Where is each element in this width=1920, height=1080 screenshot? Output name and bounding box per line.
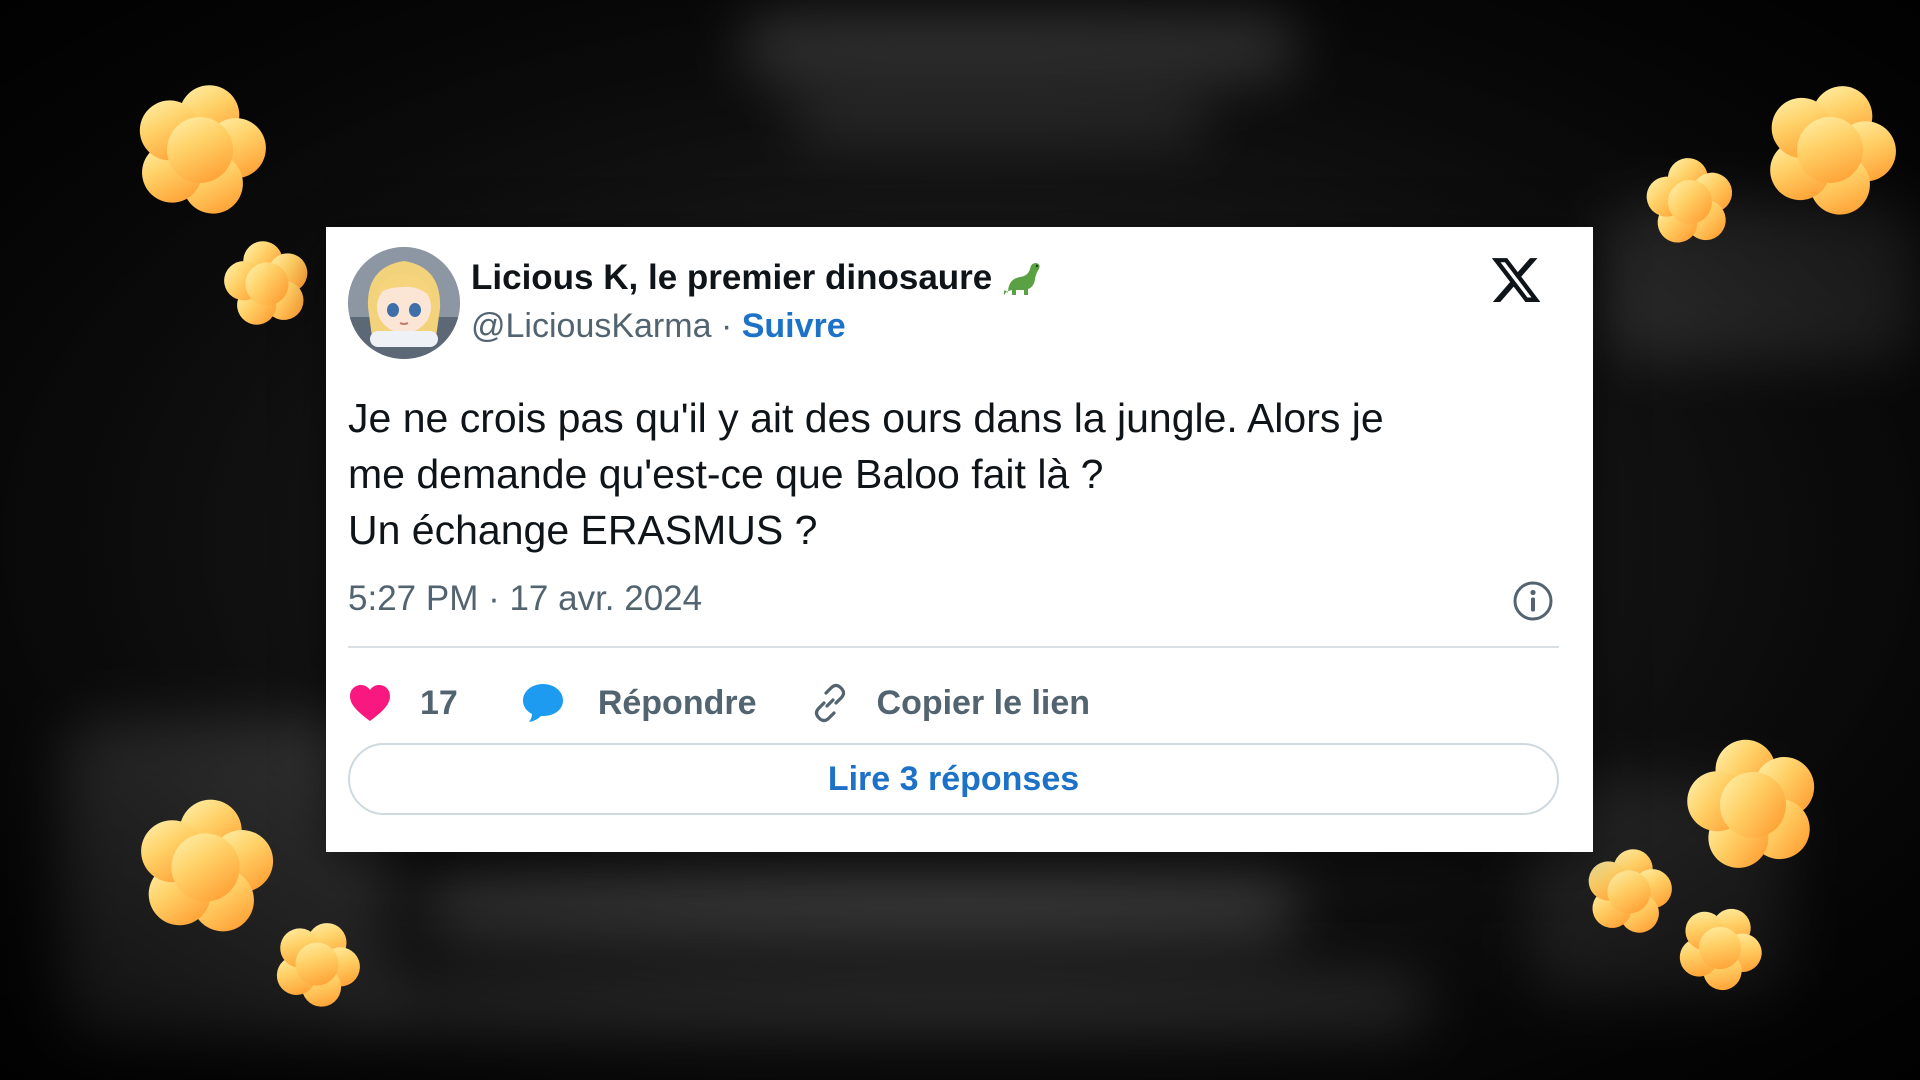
like-count: 17 bbox=[420, 683, 458, 722]
tweet-card: Licious K, le premier dinosaure @Licious… bbox=[326, 227, 1593, 852]
link-icon bbox=[814, 683, 845, 723]
like-button[interactable]: 17 bbox=[348, 683, 458, 723]
copy-link-button[interactable]: Copier le lien bbox=[809, 682, 1091, 724]
divider bbox=[348, 646, 1559, 648]
action-bar: 17 Répondre Copier le lien bbox=[348, 673, 1090, 733]
heart-icon bbox=[350, 685, 390, 721]
flower-decoration bbox=[1672, 900, 1768, 996]
reply-label: Répondre bbox=[597, 683, 757, 722]
dinosaur-emoji-icon bbox=[1004, 263, 1040, 295]
tweet-text-line: me demande qu'est-ce que Baloo fait là ? bbox=[348, 451, 1104, 497]
avatar[interactable] bbox=[348, 247, 460, 359]
handle-row: @LiciousKarma · Suivre bbox=[471, 307, 846, 346]
flower-decoration bbox=[1678, 730, 1828, 877]
flower-decoration bbox=[1643, 154, 1737, 245]
follow-link[interactable]: Suivre bbox=[742, 307, 846, 346]
flower-decoration bbox=[1755, 75, 1905, 225]
tweet-timestamp[interactable]: 5:27 PM · 17 avr. 2024 bbox=[348, 579, 702, 619]
flower-decoration bbox=[131, 790, 281, 938]
author-name[interactable]: Licious K, le premier dinosaure bbox=[471, 257, 1044, 299]
info-icon[interactable] bbox=[1511, 579, 1555, 623]
flower-decoration bbox=[218, 235, 316, 330]
x-logo-icon[interactable] bbox=[1489, 253, 1543, 307]
flower-decoration bbox=[268, 915, 366, 1013]
tweet-text: Je ne crois pas qu'il y ait des ours dan… bbox=[348, 390, 1568, 558]
tweet-text-line: Un échange ERASMUS ? bbox=[348, 507, 818, 553]
reply-button[interactable]: Répondre bbox=[520, 681, 757, 725]
copy-link-label: Copier le lien bbox=[876, 683, 1091, 722]
flower-decoration bbox=[125, 75, 275, 224]
author-handle[interactable]: @LiciousKarma bbox=[471, 307, 712, 346]
read-replies-label: Lire 3 réponses bbox=[827, 759, 1080, 798]
flower-decoration bbox=[1580, 843, 1678, 938]
read-replies-button[interactable]: Lire 3 réponses bbox=[348, 743, 1559, 815]
author-name-text: Licious K, le premier dinosaure bbox=[471, 258, 993, 297]
tweet-text-line: Je ne crois pas qu'il y ait des ours dan… bbox=[348, 395, 1384, 441]
handle-separator: · bbox=[711, 307, 742, 345]
speech-bubble-icon bbox=[522, 684, 563, 722]
